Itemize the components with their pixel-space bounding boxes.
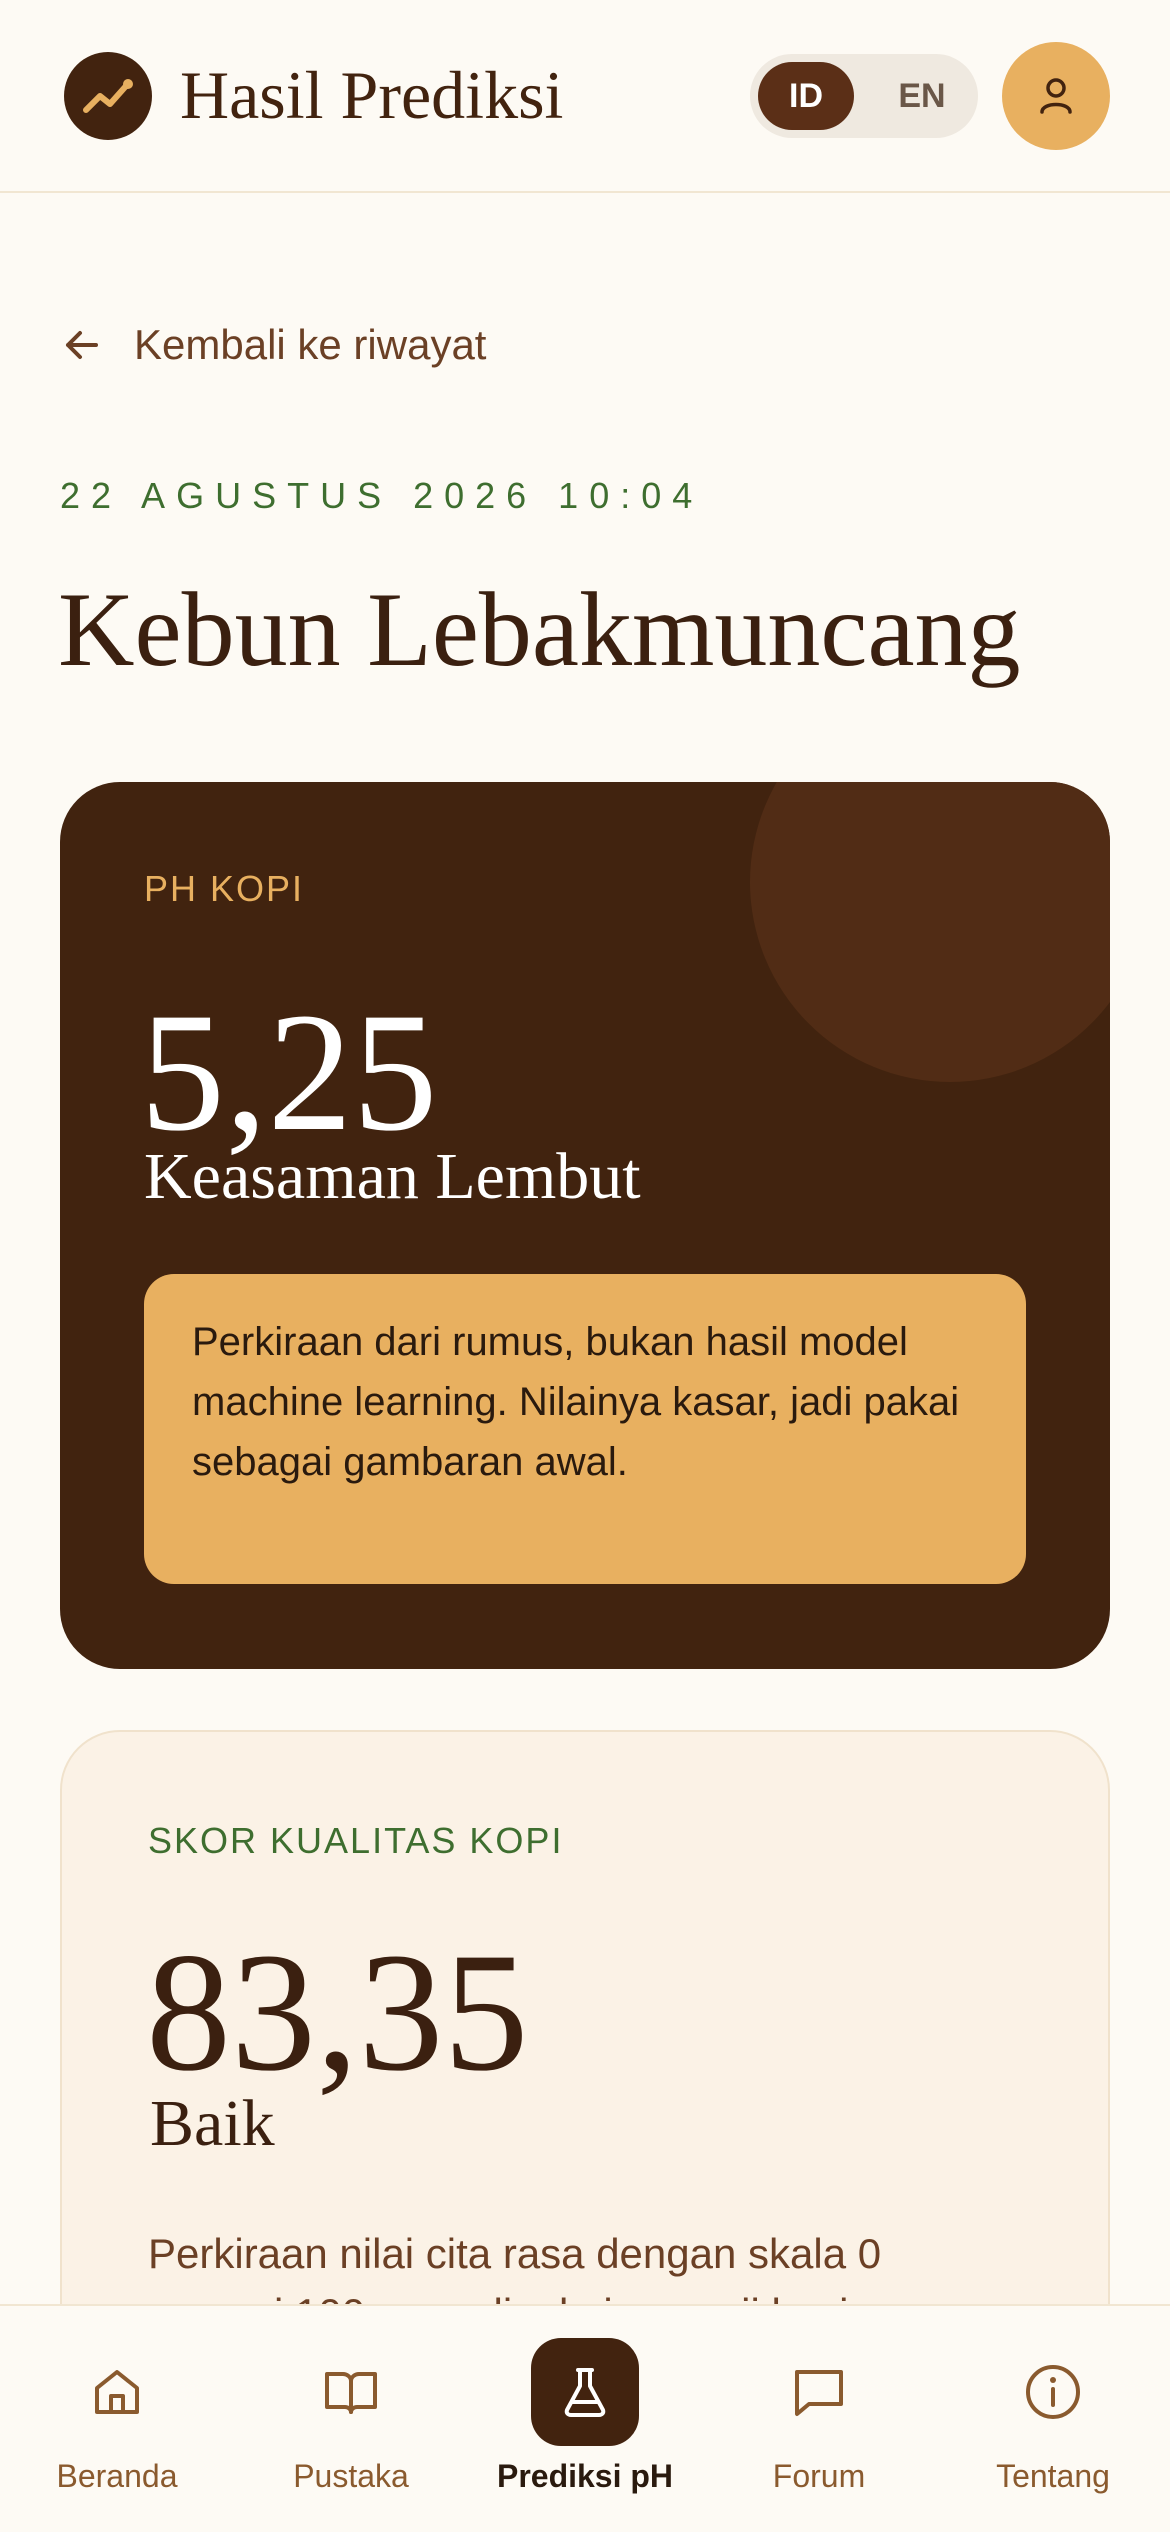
book-open-icon — [297, 2338, 405, 2446]
quality-label: SKOR KUALITAS KOPI — [148, 1820, 564, 1861]
arrow-left-icon — [66, 331, 98, 359]
nav-label: Tentang — [996, 2458, 1110, 2494]
user-icon — [1040, 78, 1072, 114]
app-header: Hasil Prediksi ID EN — [0, 0, 1170, 193]
page-header-title: Hasil Prediksi — [180, 57, 564, 133]
flask-icon — [531, 2338, 639, 2446]
ph-label: PH KOPI — [144, 868, 305, 909]
prediction-datetime: 22 AGUSTUS 2026 10:04 — [60, 475, 704, 516]
nav-item-beranda[interactable]: Beranda — [0, 2306, 234, 2532]
nav-label: Prediksi pH — [496, 2458, 674, 2494]
decorative-circle — [750, 782, 1110, 1082]
page-title: Kebun Lebakmuncang — [58, 571, 1021, 688]
message-square-icon — [765, 2338, 873, 2446]
language-toggle[interactable]: ID EN — [750, 54, 978, 138]
nav-item-tentang[interactable]: Tentang — [936, 2306, 1170, 2532]
nav-label: Beranda — [56, 2458, 178, 2494]
nav-item-forum[interactable]: Forum — [702, 2306, 936, 2532]
info-icon — [999, 2338, 1107, 2446]
ph-result-card: PH KOPI 5,25 Keasaman Lembut Perkiraan d… — [60, 782, 1110, 1669]
back-to-history-link[interactable]: Kembali ke riwayat — [60, 315, 486, 375]
back-link-label: Kembali ke riwayat — [134, 321, 487, 368]
quality-category: Baik — [150, 2087, 275, 2160]
trending-up-icon — [64, 52, 152, 140]
home-icon — [63, 2338, 171, 2446]
nav-item-pustaka[interactable]: Pustaka — [234, 2306, 468, 2532]
nav-item-prediksi-ph[interactable]: Prediksi pH — [468, 2306, 702, 2532]
quality-value: 83,35 — [146, 1918, 529, 2106]
profile-button[interactable] — [1002, 42, 1110, 150]
ph-value: 5,25 — [140, 978, 438, 1166]
nav-label: Pustaka — [293, 2458, 409, 2494]
ph-disclaimer-note: Perkiraan dari rumus, bukan hasil model … — [144, 1274, 1026, 1584]
bottom-navigation: Beranda Pustaka Prediksi pH Forum Tentan… — [0, 2304, 1170, 2532]
ph-category: Keasaman Lembut — [144, 1140, 641, 1213]
language-option-en[interactable]: EN — [874, 62, 970, 130]
nav-label: Forum — [772, 2458, 866, 2494]
language-option-id[interactable]: ID — [758, 62, 854, 130]
